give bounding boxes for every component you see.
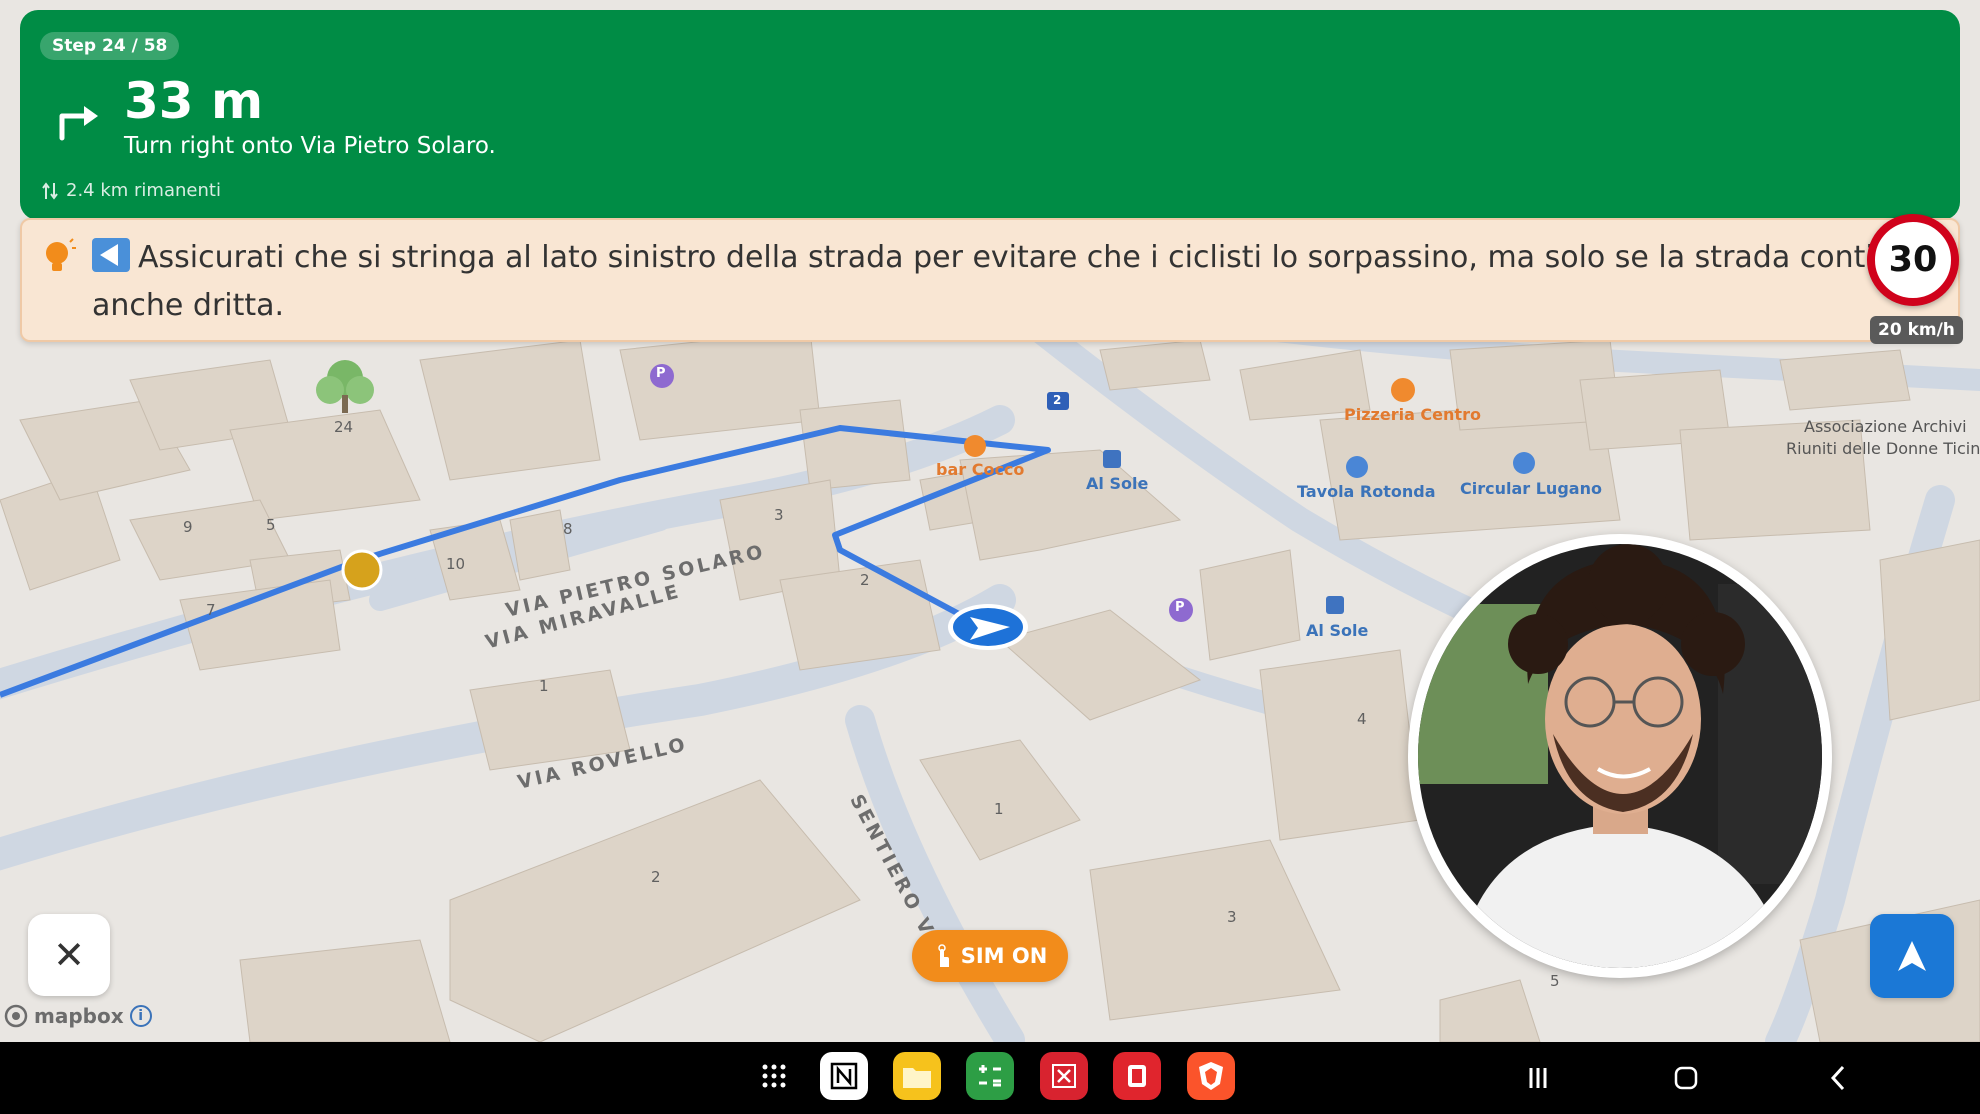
notion-icon[interactable] bbox=[820, 1052, 868, 1100]
flashcards-icon[interactable] bbox=[1113, 1052, 1161, 1100]
bus-stop-icon bbox=[1103, 450, 1121, 468]
info-icon[interactable]: i bbox=[129, 1005, 152, 1027]
close-navigation-button[interactable]: ✕ bbox=[28, 914, 110, 996]
poi-label-al-sole[interactable]: Al Sole bbox=[1086, 474, 1148, 493]
files-icon[interactable] bbox=[893, 1052, 941, 1100]
remaining-distance: 2.4 km rimanenti bbox=[42, 180, 221, 201]
parking-letter: P bbox=[656, 366, 666, 381]
poi-label-associazione-1[interactable]: Associazione Archivi bbox=[1804, 416, 1967, 438]
back-icon[interactable] bbox=[1820, 1060, 1856, 1096]
building bbox=[239, 939, 451, 1042]
poi-label-circular-lugano[interactable]: Circular Lugano bbox=[1460, 479, 1602, 498]
poi-label-tavola-rotonda[interactable]: Tavola Rotonda bbox=[1297, 482, 1436, 501]
building bbox=[1259, 649, 1421, 841]
apps-grid-icon[interactable] bbox=[750, 1052, 798, 1100]
calculator-icon[interactable] bbox=[966, 1052, 1014, 1100]
tip-text: Assicurati che si stringa al lato sinist… bbox=[92, 240, 1931, 323]
poi-label-al-sole-2[interactable]: Al Sole bbox=[1306, 621, 1368, 640]
building bbox=[619, 329, 821, 441]
building bbox=[1199, 549, 1301, 661]
poi-pin-icon bbox=[1346, 456, 1368, 478]
poi-label-associazione-2[interactable]: Riuniti delle Donne Ticin bbox=[1786, 438, 1980, 460]
simulation-label: SIM ON bbox=[960, 944, 1048, 968]
navigation-arrow-icon bbox=[1898, 941, 1926, 971]
mapbox-logo-icon bbox=[4, 1004, 28, 1028]
building-number: 10 bbox=[446, 555, 466, 573]
building bbox=[998, 609, 1202, 721]
building bbox=[1089, 839, 1341, 1021]
building-number: 4 bbox=[1357, 710, 1367, 728]
building bbox=[1439, 979, 1541, 1042]
brave-icon[interactable] bbox=[1187, 1052, 1235, 1100]
animal-warning-icon bbox=[341, 549, 383, 591]
building bbox=[419, 339, 601, 481]
maneuver-instruction: Turn right onto Via Pietro Solaro. bbox=[124, 133, 496, 159]
touch-icon bbox=[937, 944, 949, 967]
building-number: 1 bbox=[994, 800, 1004, 818]
maneuver-distance: 33 m bbox=[124, 72, 264, 130]
route-distance-icon bbox=[42, 181, 58, 200]
navigation-banner[interactable]: Step 24 / 58 33 m Turn right onto Via Pi… bbox=[20, 10, 1960, 220]
recents-icon[interactable] bbox=[1520, 1060, 1556, 1096]
building bbox=[799, 399, 911, 491]
lightbulb-icon bbox=[46, 238, 76, 271]
remaining-distance-label: 2.4 km rimanenti bbox=[66, 180, 221, 201]
webcam-overlay bbox=[1408, 534, 1832, 978]
tree-icon bbox=[316, 360, 374, 413]
building bbox=[179, 579, 341, 671]
building bbox=[1879, 539, 1980, 721]
poi-label-bar-cocco[interactable]: bar Cocco bbox=[936, 460, 1024, 479]
building bbox=[449, 779, 861, 1042]
building-number: 2 bbox=[651, 868, 661, 886]
recenter-button[interactable] bbox=[1870, 914, 1954, 998]
building bbox=[1099, 339, 1211, 391]
building-number: 7 bbox=[206, 601, 216, 619]
poi-pin-icon bbox=[1513, 452, 1535, 474]
building-number: 3 bbox=[774, 506, 784, 524]
mapbox-attribution[interactable]: mapbox i bbox=[4, 1004, 152, 1028]
poi-label-pizzeria-centro[interactable]: Pizzeria Centro bbox=[1344, 405, 1481, 424]
vehicle-position-icon bbox=[948, 604, 1028, 650]
driving-tip-banner[interactable]: Assicurati che si stringa al lato sinist… bbox=[20, 218, 1960, 342]
bar-pin-icon bbox=[964, 435, 986, 457]
building-number: 5 bbox=[266, 516, 276, 534]
restaurant-pin-icon bbox=[1391, 378, 1415, 402]
building-number: 3 bbox=[1227, 908, 1237, 926]
building-number: 5 bbox=[1550, 972, 1560, 990]
building-number: 24 bbox=[334, 418, 354, 436]
excel-icon[interactable] bbox=[1040, 1052, 1088, 1100]
speed-limit-sign: 30 bbox=[1867, 214, 1959, 306]
turn-right-icon bbox=[59, 106, 98, 141]
building bbox=[509, 509, 571, 581]
mapbox-wordmark: mapbox bbox=[34, 1004, 124, 1028]
building-number: 8 bbox=[563, 520, 573, 538]
building-number: 9 bbox=[183, 518, 193, 536]
left-arrow-icon bbox=[92, 238, 130, 272]
building bbox=[1779, 349, 1911, 411]
current-speed: 20 km/h bbox=[1870, 316, 1963, 344]
system-taskbar bbox=[0, 1042, 1980, 1114]
bus-stop-icon bbox=[1326, 596, 1344, 614]
home-icon[interactable] bbox=[1668, 1060, 1704, 1096]
step-counter: Step 24 / 58 bbox=[40, 32, 180, 60]
parking-letter: P bbox=[1175, 600, 1185, 615]
simulation-toggle-button[interactable]: SIM ON bbox=[912, 930, 1068, 982]
route-shield-number: 2 bbox=[1053, 393, 1062, 407]
building-number: 1 bbox=[539, 677, 549, 695]
webcam-video bbox=[1418, 544, 1822, 968]
building-number: 2 bbox=[860, 571, 870, 589]
